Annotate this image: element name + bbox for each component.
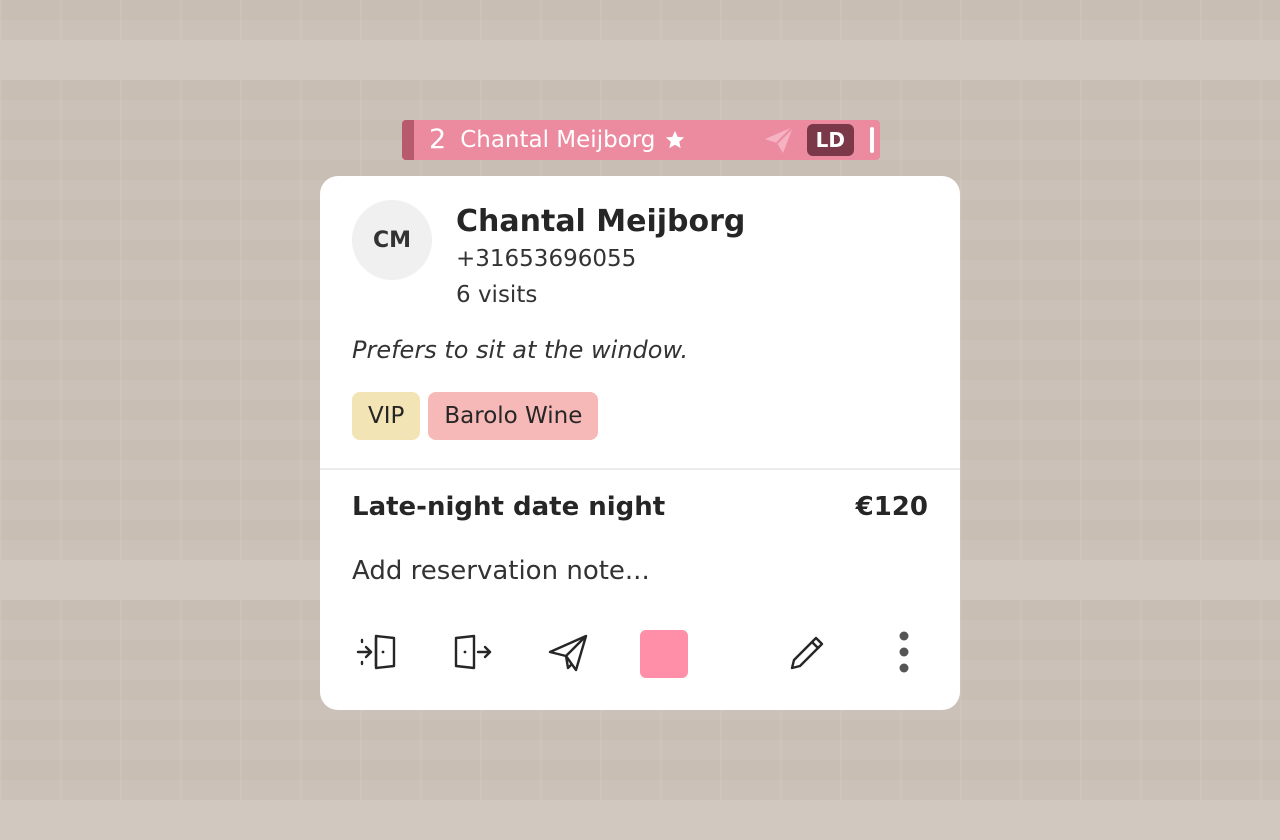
reservation-price: €120 [855, 492, 928, 522]
divider [320, 468, 960, 470]
reservation-title: Late-night date night [352, 492, 666, 522]
reservation-bar-resize-handle[interactable] [402, 120, 414, 160]
guest-name: Chantal Meijborg [456, 204, 746, 239]
send-message-button[interactable] [544, 630, 592, 678]
timeline-row-band [0, 40, 1280, 80]
color-swatch [640, 630, 688, 678]
guest-phone: +31653696055 [456, 246, 637, 272]
edit-reservation-button[interactable] [784, 630, 832, 678]
tag-barolo-wine: Barolo Wine [428, 392, 599, 440]
table-number: 2 [429, 124, 447, 155]
check-out-icon [450, 630, 494, 678]
tag-vip: VIP [352, 392, 421, 440]
color-picker-button[interactable] [640, 630, 688, 678]
star-icon [664, 129, 686, 151]
reservation-bar-guest-name: Chantal Meijborg [460, 127, 656, 153]
guest-visit-count: 6 visits [456, 282, 538, 308]
reservation-bar-end-marker [870, 127, 874, 153]
reservation-popover: CM Chantal Meijborg +31653696055 6 visit… [320, 176, 960, 710]
reservation-note-input[interactable]: Add reservation note... [352, 556, 650, 586]
paper-plane-icon [546, 630, 590, 678]
pencil-icon [786, 630, 830, 678]
more-options-button[interactable] [880, 630, 928, 678]
avatar: CM [352, 200, 432, 280]
more-vertical-icon [898, 630, 910, 678]
reservation-timeline-bar[interactable]: 2 Chantal Meijborg LD [402, 120, 880, 160]
paper-plane-icon [763, 125, 795, 155]
check-in-icon [354, 630, 398, 678]
staff-initials-badge: LD [806, 124, 854, 156]
guest-tags: VIP Barolo Wine [352, 392, 599, 440]
check-out-button[interactable] [448, 630, 496, 678]
reservation-actions [320, 630, 960, 678]
guest-note: Prefers to sit at the window. [352, 336, 689, 364]
timeline-row-band [0, 800, 1280, 840]
check-in-button[interactable] [352, 630, 400, 678]
